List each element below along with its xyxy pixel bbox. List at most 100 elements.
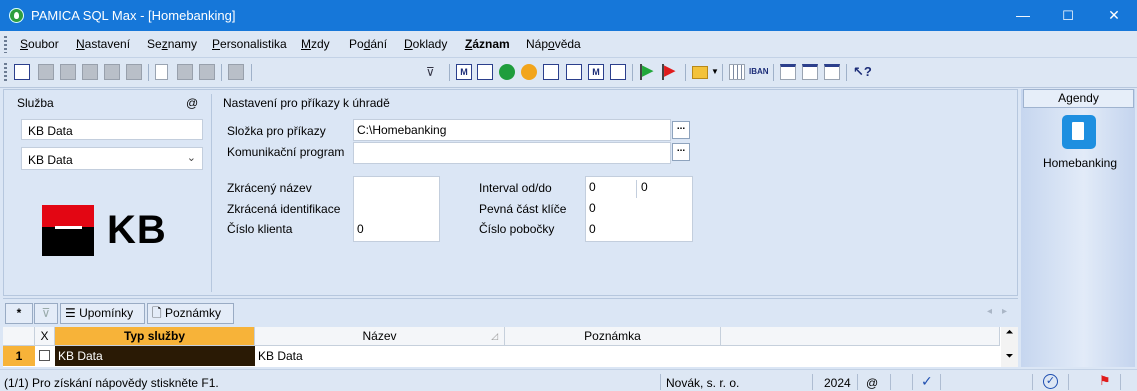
grid-cell-poznamka[interactable]	[508, 346, 718, 366]
window-detail-icon[interactable]	[824, 64, 840, 80]
slozka-label: Složka pro příkazy	[227, 124, 326, 138]
grid-row-number[interactable]: 1	[3, 346, 35, 366]
grid-header-poznamka[interactable]: Poznámka	[505, 327, 721, 346]
grid-header-filler	[721, 327, 1000, 346]
filter-icon: ⊽	[41, 306, 51, 320]
menu-zaznam[interactable]: Záznam	[465, 37, 510, 51]
komunikacni-input[interactable]	[353, 142, 671, 164]
help-pointer-icon[interactable]: ↖?	[853, 64, 872, 80]
cislo-klienta-label: Číslo klienta	[227, 222, 293, 236]
cislo-klienta-input[interactable]: 0	[357, 222, 437, 237]
m-list-icon[interactable]: M	[456, 64, 472, 80]
cislo-pobocky-label: Číslo pobočky	[479, 222, 555, 236]
interval-label: Interval od/do	[479, 181, 552, 195]
pen-check-icon[interactable]: ✓	[921, 373, 933, 390]
toolbar-separator	[251, 64, 252, 81]
menu-mzdy[interactable]: Mzdy	[301, 37, 330, 51]
scroll-down-icon: ⏷	[1005, 351, 1014, 362]
tab-all[interactable]: *	[5, 303, 33, 324]
tab-poznamky[interactable]: 🗋 Poznámky	[147, 303, 234, 324]
toolbar-separator	[773, 64, 774, 81]
sluzba-select[interactable]: KB Data ⌄	[21, 147, 203, 170]
flag-status-icon[interactable]: ⚑	[1099, 373, 1111, 389]
print-preview-icon[interactable]	[82, 64, 98, 80]
settings-header: Nastavení pro příkazy k úhradě	[223, 96, 390, 110]
window-icon[interactable]	[780, 64, 796, 80]
menu-nastaveni[interactable]: Nastavení	[76, 37, 130, 51]
grid-cell-nazev[interactable]: KB Data	[258, 346, 504, 366]
menu-seznamy[interactable]: Seznamy	[147, 37, 197, 51]
save-icon[interactable]	[177, 64, 193, 80]
iban-icon[interactable]: IBAN	[749, 64, 769, 80]
user-green-icon[interactable]	[499, 64, 515, 80]
folder-dropdown-icon[interactable]: ▼	[711, 64, 719, 80]
panel-divider	[211, 94, 212, 292]
menu-podani[interactable]: Podání	[349, 37, 387, 51]
grid-header-x[interactable]: X	[35, 327, 55, 346]
close-button[interactable]: ✕	[1091, 0, 1137, 31]
m-report-icon[interactable]: M	[588, 64, 604, 80]
menu-napoveda[interactable]: Nápověda	[526, 37, 581, 51]
status-divider	[812, 374, 813, 390]
status-divider	[1032, 374, 1033, 390]
status-year: 2024	[824, 376, 851, 390]
m-clock-icon[interactable]	[566, 64, 582, 80]
slozka-input[interactable]: C:\Homebanking	[353, 119, 671, 141]
note-icon: 🗋	[152, 306, 165, 320]
maximize-button[interactable]: ☐	[1045, 0, 1091, 31]
m-calendar-icon[interactable]	[543, 64, 559, 80]
interval-do-input[interactable]: 0	[641, 180, 685, 195]
print-icon[interactable]	[60, 64, 76, 80]
status-at: @	[866, 376, 879, 390]
filter-icon[interactable]: ⊽	[426, 64, 442, 80]
folder-icon[interactable]	[692, 66, 708, 79]
save-disk-icon[interactable]	[38, 64, 54, 80]
grid-header-typ[interactable]: Typ služby	[55, 327, 255, 346]
calculator-icon[interactable]	[729, 64, 745, 80]
browse-program-button[interactable]: ...	[672, 143, 690, 161]
pevna-cast-input[interactable]: 0	[589, 201, 679, 216]
tab-filter[interactable]: ⊽	[34, 303, 58, 324]
minimize-button[interactable]: —	[1000, 0, 1046, 31]
tab-scroll-right[interactable]: ▸	[1002, 306, 1007, 317]
grid-cell-typ[interactable]: KB Data	[55, 346, 255, 366]
status-divider	[857, 374, 858, 390]
paste-record-icon[interactable]	[126, 64, 142, 80]
grid-header-nazev[interactable]: Název ◿	[255, 327, 505, 346]
toolbar: ▼ ⊽ M M ▶ ▶ ▼ IBAN ↖?	[0, 58, 1137, 139]
exit-icon[interactable]	[14, 64, 30, 80]
grid-row-checkbox-cell[interactable]	[35, 346, 55, 366]
red-flag-icon[interactable]: ▶	[662, 63, 678, 80]
interval-od-input[interactable]: 0	[589, 180, 633, 195]
menu-doklady[interactable]: Doklady	[404, 37, 447, 51]
green-flag-icon[interactable]: ▶	[640, 63, 656, 80]
status-help: (1/1) Pro získání nápovědy stiskněte F1.	[4, 376, 219, 390]
zkracena-identifikace-input[interactable]	[356, 201, 436, 216]
menu-soubor[interactable]: Soubor	[20, 37, 59, 51]
zkraceny-nazev-input[interactable]	[356, 180, 436, 195]
toolbar-separator	[846, 64, 847, 81]
clipboard-icon[interactable]	[228, 64, 244, 80]
agendy-header[interactable]: Agendy	[1023, 89, 1134, 108]
grid-header-nazev-label: Název	[362, 329, 397, 343]
copy-record-icon[interactable]	[104, 64, 120, 80]
sluzba-input[interactable]: KB Data	[21, 119, 203, 140]
m-detail-icon[interactable]	[477, 64, 493, 80]
menu-personalistika[interactable]: Personalistika	[212, 37, 287, 51]
cislo-pobocky-input[interactable]: 0	[589, 222, 679, 237]
sluzba-select-value: KB Data	[28, 153, 73, 167]
grid-scrollbar[interactable]: ⏶ ⏷	[1001, 327, 1018, 367]
homebanking-icon[interactable]	[1062, 115, 1096, 149]
browse-slozka-button[interactable]: ...	[672, 121, 690, 139]
save-all-icon[interactable]	[199, 64, 215, 80]
ok-check-icon[interactable]: ✓	[1043, 374, 1058, 389]
agendy-item-homebanking[interactable]: Homebanking	[1041, 156, 1119, 170]
new-document-icon[interactable]	[155, 64, 168, 80]
toolbar-separator	[148, 64, 149, 81]
window-list-icon[interactable]	[802, 64, 818, 80]
tab-upominky[interactable]: ☰ Upomínky	[60, 303, 145, 324]
m-add-icon[interactable]	[610, 64, 626, 80]
tab-scroll-left[interactable]: ◂	[987, 306, 992, 317]
row-checkbox[interactable]	[39, 350, 50, 361]
user-orange-icon[interactable]	[521, 64, 537, 80]
